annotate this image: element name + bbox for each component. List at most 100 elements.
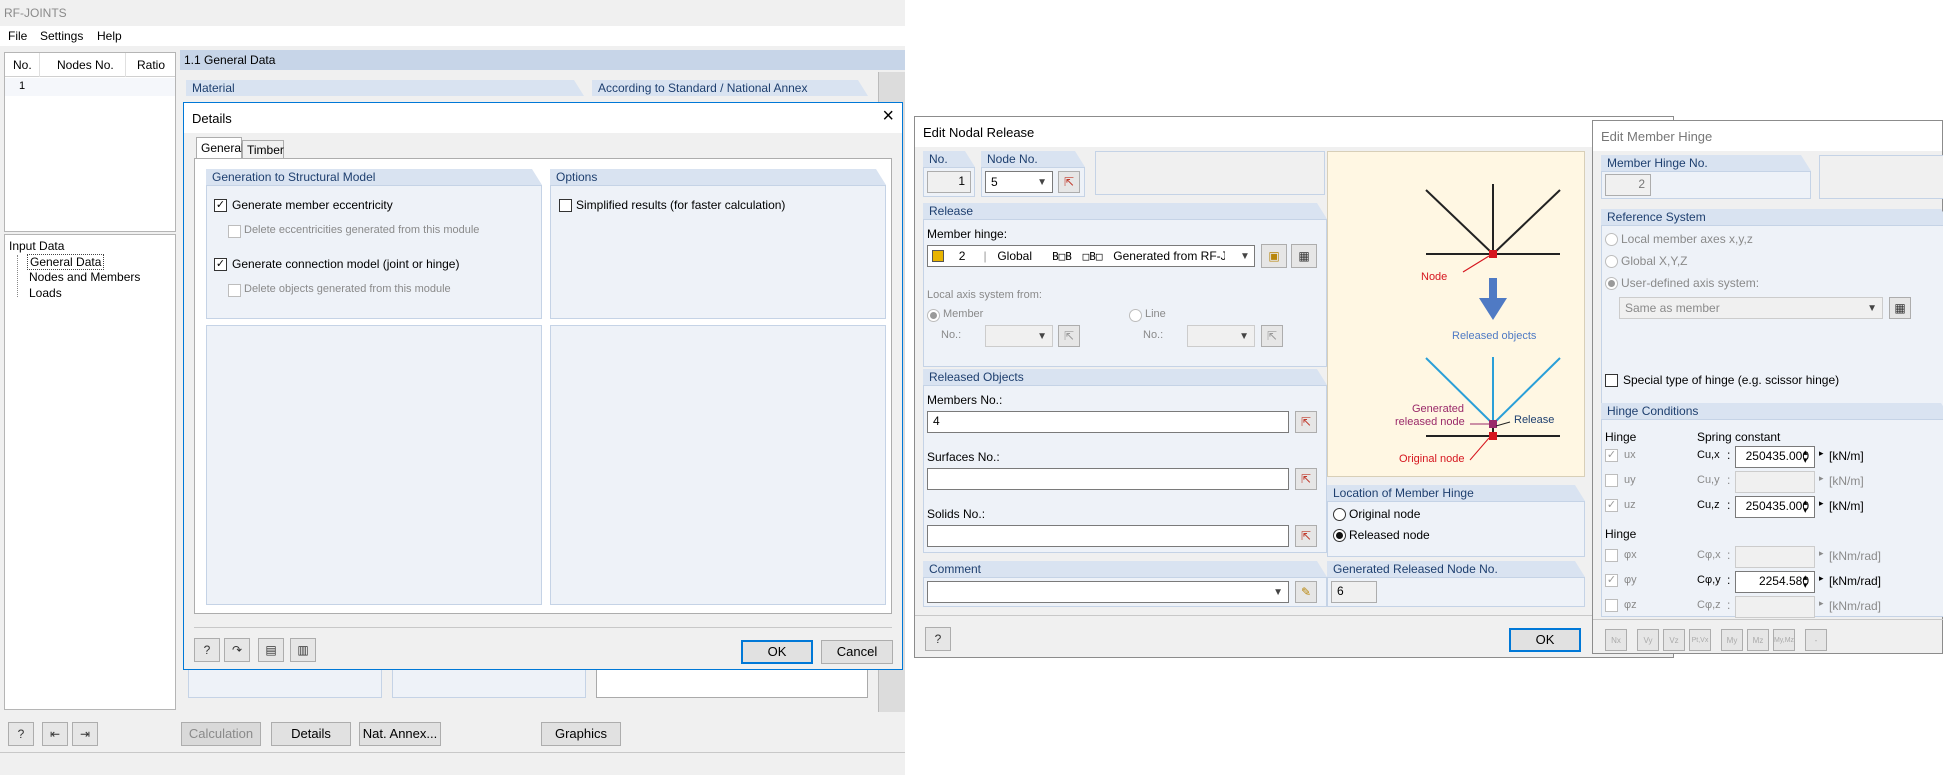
phix-checkbox[interactable]: [1605, 549, 1618, 562]
calculation-button[interactable]: Calculation: [181, 722, 261, 746]
node-no-combo[interactable]: 5 ▼: [985, 171, 1053, 193]
member-hinge-combo[interactable]: 2 | Global B□B □B□ Generated from RF-JOI…: [927, 245, 1255, 267]
tab-general[interactable]: General: [196, 137, 244, 159]
tree-item-general-data[interactable]: General Data: [27, 254, 105, 270]
hinge-tool-mz[interactable]: Mz: [1747, 629, 1769, 651]
simplified-results-checkbox[interactable]: [559, 199, 572, 212]
node-pick-button[interactable]: ⇱: [1058, 171, 1080, 193]
lower-textarea[interactable]: [596, 668, 868, 698]
cphiy-spin-icon[interactable]: ▴ ▾: [1803, 573, 1808, 590]
phiy-checkbox[interactable]: ✓: [1605, 574, 1618, 587]
tree-item-loads[interactable]: Loads: [29, 286, 62, 300]
main-help-button[interactable]: ?: [8, 722, 34, 746]
user-defined-radio[interactable]: [1605, 277, 1618, 290]
local-axes-radio[interactable]: [1605, 233, 1618, 246]
surfaces-no-field[interactable]: [927, 468, 1289, 490]
nat-annex-button[interactable]: Nat. Annex...: [359, 722, 441, 746]
tab-timber[interactable]: Timber: [242, 140, 284, 159]
delete-eccentricities-checkbox[interactable]: [228, 225, 241, 238]
main-import-button[interactable]: ⇤: [42, 722, 68, 746]
member-no-combo[interactable]: ▼: [985, 325, 1053, 347]
nodal-no-field[interactable]: 1: [927, 171, 971, 193]
line-no-combo[interactable]: ▼: [1187, 325, 1255, 347]
cux-spin-icon[interactable]: ▴ ▾: [1803, 448, 1808, 465]
cphix-field[interactable]: [1735, 546, 1815, 568]
hinge-tool-nx[interactable]: Nx: [1605, 629, 1627, 651]
axis-system-button[interactable]: ▦: [1889, 297, 1911, 319]
special-type-checkbox[interactable]: [1605, 374, 1618, 387]
cux-arrow-icon[interactable]: ▸: [1819, 448, 1824, 459]
released-node-radio[interactable]: [1333, 529, 1346, 542]
menu-settings[interactable]: Settings: [40, 29, 83, 43]
main-details-button[interactable]: Details: [271, 722, 351, 746]
nodal-ok-button[interactable]: OK: [1509, 628, 1581, 652]
cuy-field[interactable]: [1735, 471, 1815, 493]
details-save-button[interactable]: ▥: [290, 638, 316, 662]
cuz-arrow-icon[interactable]: ▸: [1819, 498, 1824, 509]
hinge-tool-reset[interactable]: -: [1805, 629, 1827, 651]
delete-objects-checkbox[interactable]: [228, 284, 241, 297]
members-pick-button[interactable]: ⇱: [1295, 411, 1317, 433]
table-row[interactable]: 1: [5, 78, 175, 96]
col-nodes-no[interactable]: Nodes No.: [57, 58, 114, 72]
solids-no-field[interactable]: [927, 525, 1289, 547]
phiz-checkbox[interactable]: [1605, 599, 1618, 612]
axis-system-icon: ▦: [1894, 301, 1906, 315]
hinge-no-field[interactable]: 2: [1605, 174, 1651, 196]
main-export-button[interactable]: ⇥: [72, 722, 98, 746]
col-no[interactable]: No.: [13, 58, 32, 72]
line-radio[interactable]: [1129, 309, 1142, 322]
cuz-spin-icon[interactable]: ▴ ▾: [1803, 498, 1808, 515]
hinge-tool-vy[interactable]: Vy: [1637, 629, 1659, 651]
chevron-down-icon: ▼: [1037, 330, 1047, 342]
col-ratio[interactable]: Ratio: [137, 58, 165, 72]
load-icon: ▤: [265, 643, 277, 657]
ux-checkbox[interactable]: ✓: [1605, 449, 1618, 462]
menu-file[interactable]: File: [8, 29, 27, 43]
original-node-radio[interactable]: [1333, 508, 1346, 521]
hinge-tool-my[interactable]: My: [1721, 629, 1743, 651]
uy-checkbox[interactable]: [1605, 474, 1618, 487]
cphiz-arrow-icon[interactable]: ▸: [1819, 598, 1824, 609]
cphiy-arrow-icon[interactable]: ▸: [1819, 573, 1824, 584]
nodal-help-button[interactable]: ?: [925, 627, 951, 651]
comment-combo[interactable]: ▼: [927, 581, 1289, 603]
hinge-tool-mymz[interactable]: My,Mz: [1773, 629, 1795, 651]
gen-eccentricity-checkbox[interactable]: ✓: [214, 199, 227, 212]
hinge-tool-vz[interactable]: Vz: [1663, 629, 1685, 651]
surfaces-pick-button[interactable]: ⇱: [1295, 468, 1317, 490]
details-ok-button[interactable]: OK: [741, 640, 813, 664]
gen-eccentricity-label: Generate member eccentricity: [232, 198, 393, 212]
line-pick-button[interactable]: ⇱: [1261, 325, 1283, 347]
member-radio[interactable]: [927, 309, 940, 322]
details-reset-button[interactable]: ↷: [224, 638, 250, 662]
new-hinge-button[interactable]: ▣: [1261, 244, 1287, 268]
cuy-arrow-icon[interactable]: ▸: [1819, 473, 1824, 484]
released-objects-header: Released Objects: [923, 369, 1327, 385]
gen-connection-checkbox[interactable]: ✓: [214, 258, 227, 271]
edit-hinge-button[interactable]: ▦: [1291, 244, 1317, 268]
details-load-button[interactable]: ▤: [258, 638, 284, 662]
global-axes-radio[interactable]: [1605, 255, 1618, 268]
axis-system-combo[interactable]: Same as member ▼: [1619, 297, 1883, 319]
member-pick-button[interactable]: ⇱: [1058, 325, 1080, 347]
close-icon[interactable]: ×: [882, 106, 894, 126]
location-header: Location of Member Hinge: [1327, 485, 1585, 501]
tree-item-nodes-members[interactable]: Nodes and Members: [29, 270, 140, 284]
generated-released-field[interactable]: 6: [1331, 581, 1377, 603]
details-help-button[interactable]: ?: [194, 638, 220, 662]
diagram-node-label: Node: [1421, 271, 1448, 283]
line-no-label: No.:: [1143, 329, 1164, 341]
uz-checkbox[interactable]: ✓: [1605, 499, 1618, 512]
menu-help[interactable]: Help: [97, 29, 122, 43]
tree-root[interactable]: Input Data: [9, 239, 64, 253]
members-no-field[interactable]: 4: [927, 411, 1289, 433]
cphiz-field[interactable]: [1735, 596, 1815, 618]
details-cancel-button[interactable]: Cancel: [821, 640, 893, 664]
uz-label: uz: [1624, 499, 1636, 511]
comment-button[interactable]: ✎: [1295, 581, 1317, 603]
cphix-arrow-icon[interactable]: ▸: [1819, 548, 1824, 559]
hinge-tool-ptvx[interactable]: Pt,Vx: [1689, 629, 1711, 651]
graphics-button[interactable]: Graphics: [541, 722, 621, 746]
solids-pick-button[interactable]: ⇱: [1295, 525, 1317, 547]
